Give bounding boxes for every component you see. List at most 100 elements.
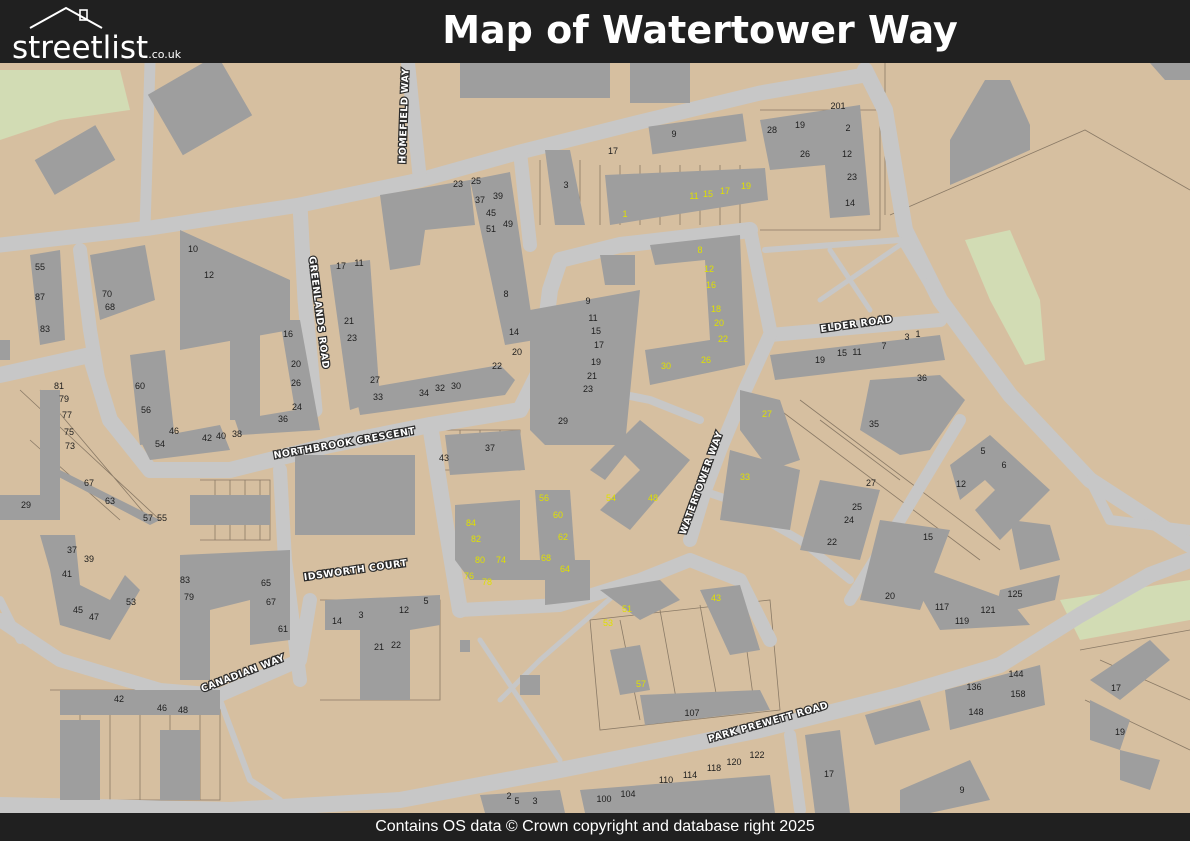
house-number: 67: [84, 478, 94, 488]
house-number: 122: [749, 750, 764, 760]
house-roof-icon: [29, 6, 103, 29]
house-number: 27: [866, 478, 876, 488]
house-number: 20: [512, 347, 522, 357]
house-number: 8: [697, 245, 702, 255]
house-number: 15: [703, 189, 713, 199]
house-number: 20: [714, 318, 724, 328]
house-number: 8: [503, 289, 508, 299]
logo-suffix: .co.uk: [148, 48, 182, 61]
house-number: 3: [563, 180, 568, 190]
house-number: 81: [54, 381, 64, 391]
house-number: 144: [1008, 669, 1023, 679]
house-number: 6: [1001, 460, 1006, 470]
house-number: 15: [923, 532, 933, 542]
house-number: 43: [439, 453, 449, 463]
house-number: 33: [740, 472, 750, 482]
house-number: 158: [1010, 689, 1025, 699]
house-number: 36: [917, 373, 927, 383]
house-number: 9: [671, 129, 676, 139]
logo-text: streetlist.co.uk: [12, 30, 181, 66]
house-number: 7: [881, 341, 886, 351]
house-number: 41: [62, 569, 72, 579]
streetlist-logo[interactable]: streetlist.co.uk: [6, 6, 186, 66]
house-number: 45: [486, 208, 496, 218]
house-number: 17: [1111, 683, 1121, 693]
house-number: 118: [707, 763, 721, 773]
house-number: 11: [354, 258, 363, 268]
house-number: 79: [184, 592, 194, 602]
house-number: 14: [509, 327, 519, 337]
logo-name: streetlist: [12, 30, 149, 66]
house-number: 39: [493, 191, 503, 201]
house-number: 18: [711, 304, 721, 314]
house-number: 136: [966, 682, 981, 692]
house-number: 3: [904, 332, 909, 342]
house-number: 46: [157, 703, 167, 713]
house-number: 17: [336, 261, 346, 271]
house-number: 2: [506, 791, 511, 801]
house-number: 201: [830, 101, 845, 111]
house-number: 84: [466, 518, 476, 528]
house-number: 67: [266, 597, 276, 607]
house-number: 19: [741, 181, 751, 191]
house-number: 26: [701, 355, 711, 365]
house-number: 1: [915, 329, 920, 339]
house-number: 83: [180, 575, 190, 585]
house-number: 20: [885, 591, 895, 601]
house-number: 68: [105, 302, 115, 312]
house-number: 2: [845, 123, 850, 133]
house-number: 79: [59, 394, 69, 404]
house-number: 23: [583, 384, 593, 394]
house-number: 38: [232, 429, 242, 439]
house-number: 16: [706, 280, 716, 290]
house-number: 45: [73, 605, 83, 615]
house-number: 26: [800, 149, 810, 159]
house-number: 17: [720, 186, 730, 196]
street-map[interactable]: HOMEFIELD WAY GREENLANDS ROAD NORTHBROOK…: [0, 54, 1190, 818]
header-bar: streetlist.co.uk Map of Watertower Way: [0, 0, 1190, 66]
house-number: 12: [842, 149, 852, 159]
house-number: 12: [956, 479, 966, 489]
house-number: 37: [67, 545, 77, 555]
house-number: 51: [622, 604, 632, 614]
house-number: 12: [399, 605, 409, 615]
house-number: 23: [847, 172, 857, 182]
house-number: 27: [762, 409, 772, 419]
house-number: 42: [202, 433, 212, 443]
house-number: 120: [726, 757, 741, 767]
house-number: 82: [471, 534, 481, 544]
house-number: 73: [65, 441, 75, 451]
house-number: 55: [157, 513, 167, 523]
house-number: 9: [959, 785, 964, 795]
house-number: 57: [143, 513, 153, 523]
house-number: 35: [869, 419, 879, 429]
house-number: 51: [486, 224, 496, 234]
house-number: 61: [278, 624, 288, 634]
house-number: 11: [689, 191, 698, 201]
house-number: 19: [1115, 727, 1125, 737]
house-number: 24: [292, 402, 302, 412]
house-number: 117: [935, 602, 949, 612]
house-number: 53: [126, 597, 136, 607]
house-number: 40: [216, 431, 226, 441]
house-number: 12: [204, 270, 214, 280]
house-number: 29: [21, 500, 31, 510]
house-number: 28: [767, 125, 777, 135]
house-number: 32: [435, 383, 445, 393]
house-number: 9: [585, 296, 590, 306]
house-number: 26: [291, 378, 301, 388]
house-number: 14: [332, 616, 342, 626]
house-number: 12: [704, 264, 714, 274]
house-number: 21: [587, 371, 597, 381]
house-number: 49: [503, 219, 513, 229]
house-number: 48: [648, 493, 658, 503]
house-number: 20: [291, 359, 301, 369]
house-number: 19: [795, 120, 805, 130]
house-number: 63: [105, 496, 115, 506]
house-number: 54: [606, 493, 616, 503]
house-number: 60: [135, 381, 145, 391]
house-number: 110: [659, 775, 673, 785]
attribution-text: Contains OS data © Crown copyright and d…: [375, 818, 815, 835]
house-number: 47: [89, 612, 99, 622]
house-number: 3: [358, 610, 363, 620]
